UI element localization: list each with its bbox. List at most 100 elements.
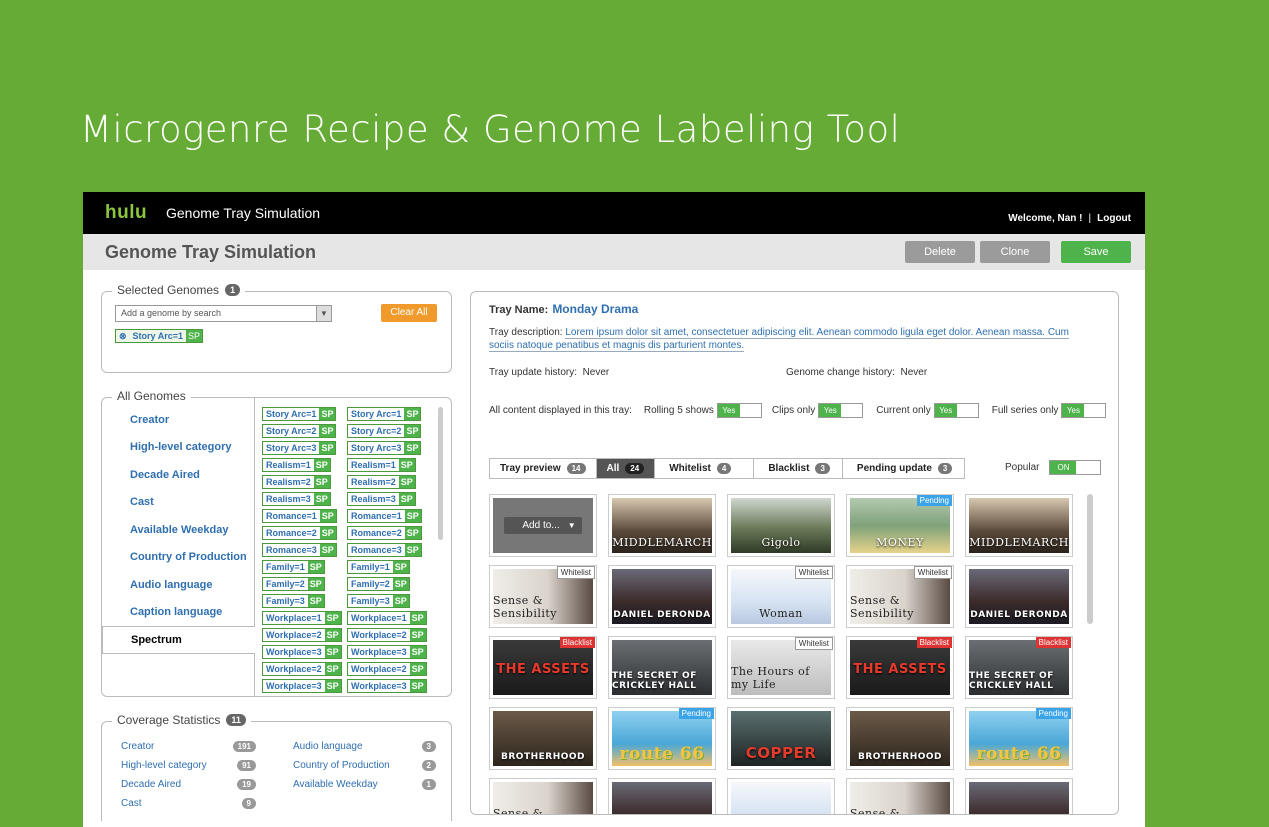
show-thumbnail[interactable]: route 66 Pending [965,707,1073,770]
coverage-item[interactable]: Decade Aired 19 [121,779,293,790]
genome-category-country[interactable]: Country of Production [102,544,254,572]
genome-category-caption[interactable]: Caption language [102,599,254,627]
genome-tag[interactable]: Romance=2 SP [347,526,422,540]
genome-tag[interactable]: Realism=3 SP [347,492,416,506]
genome-tag[interactable]: Workplace=3 SP [347,679,427,693]
show-thumbnail[interactable]: THE ASSETS Blacklist [846,636,954,699]
show-thumbnail[interactable] [727,778,835,814]
show-thumbnail[interactable]: BROTHERHOOD [846,707,954,770]
coverage-item[interactable]: Available Weekday 1 [293,779,436,790]
genome-tag[interactable]: Romance=1 SP [347,509,422,523]
show-thumbnail[interactable]: COPPER [727,707,835,770]
show-thumbnail[interactable]: BROTHERHOOD [489,707,597,770]
coverage-item[interactable]: High-level category 91 [121,760,293,771]
logout-link[interactable]: Logout [1097,213,1131,224]
genome-tag[interactable]: Story Arc=3 SP [347,441,422,455]
hulu-logo[interactable]: hulu [105,202,147,224]
genome-search-input[interactable]: Add a genome by search ▼ [115,305,332,322]
genome-tag[interactable]: Story Arc=2 SP [262,424,337,438]
genome-category-cast[interactable]: Cast [102,489,254,517]
genome-tag[interactable]: Family=2 SP [347,577,410,591]
genome-tag[interactable]: Workplace=2 SP [262,662,342,676]
show-thumbnail[interactable]: Woman Whitelist [727,565,835,628]
show-thumbnail[interactable]: THE ASSETS Blacklist [489,636,597,699]
genome-scrollbar[interactable] [438,407,443,540]
genome-tag[interactable]: Family=3 SP [347,594,410,608]
show-thumbnail[interactable]: THE SECRET OF CRICKLEY HALL Blacklist [965,636,1073,699]
genome-tag[interactable]: Workplace=2 SP [262,628,342,642]
show-thumbnail[interactable]: The Hours of my Life Whitelist [727,636,835,699]
genome-tag[interactable]: Family=2 SP [262,577,325,591]
rolling-toggle[interactable]: Yes [716,403,762,418]
selected-genome-tag[interactable]: ⊗ Story Arc=1 SP [115,329,204,343]
add-to-overlay[interactable]: Add to... [493,498,593,553]
show-thumbnail[interactable]: MIDDLEMARCH [608,494,716,557]
genome-tag[interactable]: Story Arc=1 SP [347,407,422,421]
tab-tray-preview[interactable]: Tray preview 14 [490,459,597,478]
full-series-toggle[interactable]: Yes [1061,403,1107,418]
genome-tag[interactable]: Family=1 SP [262,560,325,574]
coverage-item[interactable]: Country of Production 2 [293,760,436,771]
genome-category-audio[interactable]: Audio language [102,571,254,599]
tray-scrollbar[interactable] [1087,494,1093,624]
genome-tag[interactable]: Romance=1 SP [262,509,337,523]
tab-whitelist[interactable]: Whitelist 4 [655,459,755,478]
show-thumbnail[interactable]: Sense & Sensibility Whitelist [489,565,597,628]
clips-toggle[interactable]: Yes [818,403,864,418]
genome-category-spectrum[interactable]: Spectrum [102,626,255,654]
show-thumbnail[interactable]: Gigolo [727,494,835,557]
show-thumbnail[interactable] [965,778,1073,814]
coverage-item[interactable]: Audio language 3 [293,741,436,752]
tab-all[interactable]: All 24 [596,459,656,478]
genome-tag[interactable]: Workplace=3 SP [262,645,342,659]
show-thumbnail[interactable]: Sense & Sensibility [846,778,954,814]
add-to-dropdown[interactable]: Add to... [504,517,582,534]
show-thumbnail[interactable]: Sense & Sensibility Whitelist [846,565,954,628]
genome-tag[interactable]: Story Arc=2 SP [347,424,422,438]
clone-button[interactable]: Clone [980,241,1050,263]
genome-tag[interactable]: Family=3 SP [262,594,325,608]
coverage-item[interactable]: Creator 191 [121,741,293,752]
genome-category-weekday[interactable]: Available Weekday [102,516,254,544]
tray-name-value[interactable]: Monday Drama [552,302,638,316]
genome-tag[interactable]: Story Arc=3 SP [262,441,337,455]
genome-tag[interactable]: Romance=2 SP [262,526,337,540]
show-thumbnail[interactable]: MONEY Pending [846,494,954,557]
genome-tag[interactable]: Realism=1 SP [347,458,416,472]
show-thumbnail[interactable] [608,778,716,814]
show-thumbnail[interactable]: route 66 Pending [608,707,716,770]
genome-tag[interactable]: Family=1 SP [347,560,410,574]
genome-tag[interactable]: Workplace=1 SP [347,611,427,625]
save-button[interactable]: Save [1061,241,1131,263]
genome-category-high-level[interactable]: High-level category [102,434,254,462]
show-thumbnail[interactable]: Add to... [489,494,597,557]
genome-category-decade[interactable]: Decade Aired [102,461,254,489]
current-toggle[interactable]: Yes [933,403,979,418]
delete-button[interactable]: Delete [905,241,975,263]
show-thumbnail[interactable]: THE SECRET OF CRICKLEY HALL [608,636,716,699]
show-thumbnail[interactable]: Sense & Sensibility [489,778,597,814]
genome-category-creator[interactable]: Creator [102,406,254,434]
remove-tag-icon[interactable]: ⊗ [116,330,130,342]
genome-tag[interactable]: Workplace=2 SP [347,628,427,642]
genome-tag[interactable]: Realism=2 SP [347,475,416,489]
genome-tag[interactable]: Workplace=3 SP [347,645,427,659]
genome-tag[interactable]: Workplace=1 SP [262,611,342,625]
show-thumbnail[interactable]: MIDDLEMARCH [965,494,1073,557]
popular-toggle[interactable]: ON [1049,460,1102,475]
show-thumbnail[interactable]: DANIEL DERONDA [608,565,716,628]
genome-tag[interactable]: Realism=3 SP [262,492,331,506]
coverage-item[interactable]: Cast 9 [121,798,293,809]
tab-blacklist[interactable]: Blacklist 3 [754,459,843,478]
clear-all-button[interactable]: Clear All [381,304,437,322]
genome-tag[interactable]: Workplace=2 SP [347,662,427,676]
genome-tag[interactable]: Realism=2 SP [262,475,331,489]
genome-tag[interactable]: Romance=3 SP [347,543,422,557]
show-thumbnail[interactable]: DANIEL DERONDA [965,565,1073,628]
tab-pending-update[interactable]: Pending update 3 [843,459,964,478]
tray-desc-value[interactable]: Lorem ipsum dolor sit amet, consectetuer… [489,327,1069,352]
genome-tag[interactable]: Romance=3 SP [262,543,337,557]
genome-tag[interactable]: Story Arc=1 SP [262,407,337,421]
genome-tag[interactable]: Workplace=3 SP [262,679,342,693]
genome-tag[interactable]: Realism=1 SP [262,458,331,472]
